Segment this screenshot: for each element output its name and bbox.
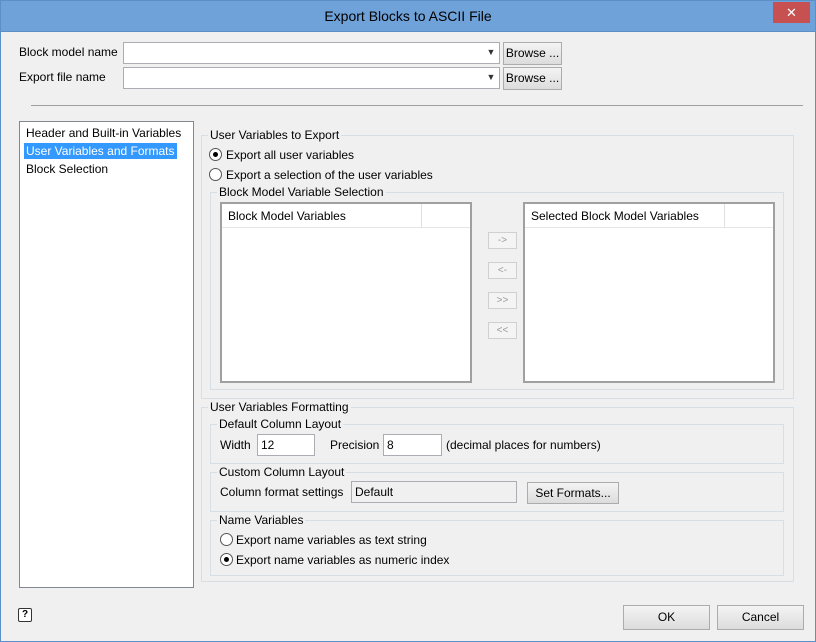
chevron-down-icon[interactable]: ▼ [486,72,496,82]
name-as-index-label[interactable]: Export name variables as numeric index [236,553,449,567]
group-title: Name Variables [217,513,306,527]
browse-export-file-button[interactable]: Browse ... [503,67,562,90]
sidebar-item-user-variables[interactable]: User Variables and Formats [24,143,177,159]
list-header: Selected Block Model Variables [525,204,773,228]
help-icon[interactable]: ? [18,608,32,622]
column-divider[interactable] [421,204,422,228]
group-title: User Variables to Export [208,128,342,142]
custom-column-layout-group: Custom Column Layout Column format setti… [210,465,784,512]
export-selection-radio[interactable] [209,168,222,181]
sidebar-item-header-builtin[interactable]: Header and Built-in Variables [24,125,183,141]
name-as-text-radio[interactable] [220,533,233,546]
group-title: Custom Column Layout [217,465,347,479]
set-formats-button[interactable]: Set Formats... [527,482,619,504]
user-variables-export-group: User Variables to Export Export all user… [201,128,794,399]
block-model-variables-list[interactable]: Block Model Variables [220,202,472,383]
column-header-selected[interactable]: Selected Block Model Variables [531,209,699,223]
section-list: Header and Built-in Variables User Varia… [19,121,194,588]
title-bar[interactable]: Export Blocks to ASCII File ✕ [1,1,815,32]
export-all-label[interactable]: Export all user variables [226,148,354,162]
close-icon: ✕ [786,5,797,20]
width-input[interactable]: 12 [257,434,315,456]
move-all-right-button[interactable]: >> [488,292,517,309]
group-title: User Variables Formatting [208,400,351,414]
name-variables-group: Name Variables Export name variables as … [210,513,784,576]
export-file-combo[interactable]: ▼ [123,67,500,89]
chevron-down-icon[interactable]: ▼ [486,47,496,57]
sidebar-item-block-selection[interactable]: Block Selection [24,161,110,177]
browse-block-model-button[interactable]: Browse ... [503,42,562,65]
window-title: Export Blocks to ASCII File [324,8,492,24]
export-file-label: Export file name [19,70,106,84]
variable-selection-group: Block Model Variable Selection Block Mod… [210,185,784,390]
group-title: Default Column Layout [217,417,344,431]
column-format-field: Default [351,481,517,503]
group-title: Block Model Variable Selection [217,185,386,199]
cancel-button[interactable]: Cancel [717,605,804,630]
name-as-text-label[interactable]: Export name variables as text string [236,533,427,547]
export-blocks-dialog: Export Blocks to ASCII File ✕ Block mode… [0,0,816,642]
block-model-combo[interactable]: ▼ [123,42,500,64]
move-left-button[interactable]: <- [488,262,517,279]
name-as-index-radio[interactable] [220,553,233,566]
selected-variables-list[interactable]: Selected Block Model Variables [523,202,775,383]
precision-input[interactable]: 8 [383,434,442,456]
column-divider[interactable] [724,204,725,228]
export-selection-label[interactable]: Export a selection of the user variables [226,168,433,182]
list-header: Block Model Variables [222,204,470,228]
move-all-left-button[interactable]: << [488,322,517,339]
column-format-label: Column format settings [220,485,344,499]
width-label: Width [220,438,251,452]
formatting-group: User Variables Formatting Default Column… [201,400,794,582]
block-model-label: Block model name [19,45,118,59]
export-all-radio[interactable] [209,148,222,161]
dialog-body: Block model name ▼ Browse ... Export fil… [9,32,807,635]
move-right-button[interactable]: -> [488,232,517,249]
ok-button[interactable]: OK [623,605,710,630]
precision-label: Precision [330,438,380,452]
precision-hint: (decimal places for numbers) [446,438,601,452]
separator [31,105,803,106]
close-button[interactable]: ✕ [773,2,810,23]
default-column-layout-group: Default Column Layout Width 12 Precision… [210,417,784,464]
column-header-variables[interactable]: Block Model Variables [228,209,346,223]
